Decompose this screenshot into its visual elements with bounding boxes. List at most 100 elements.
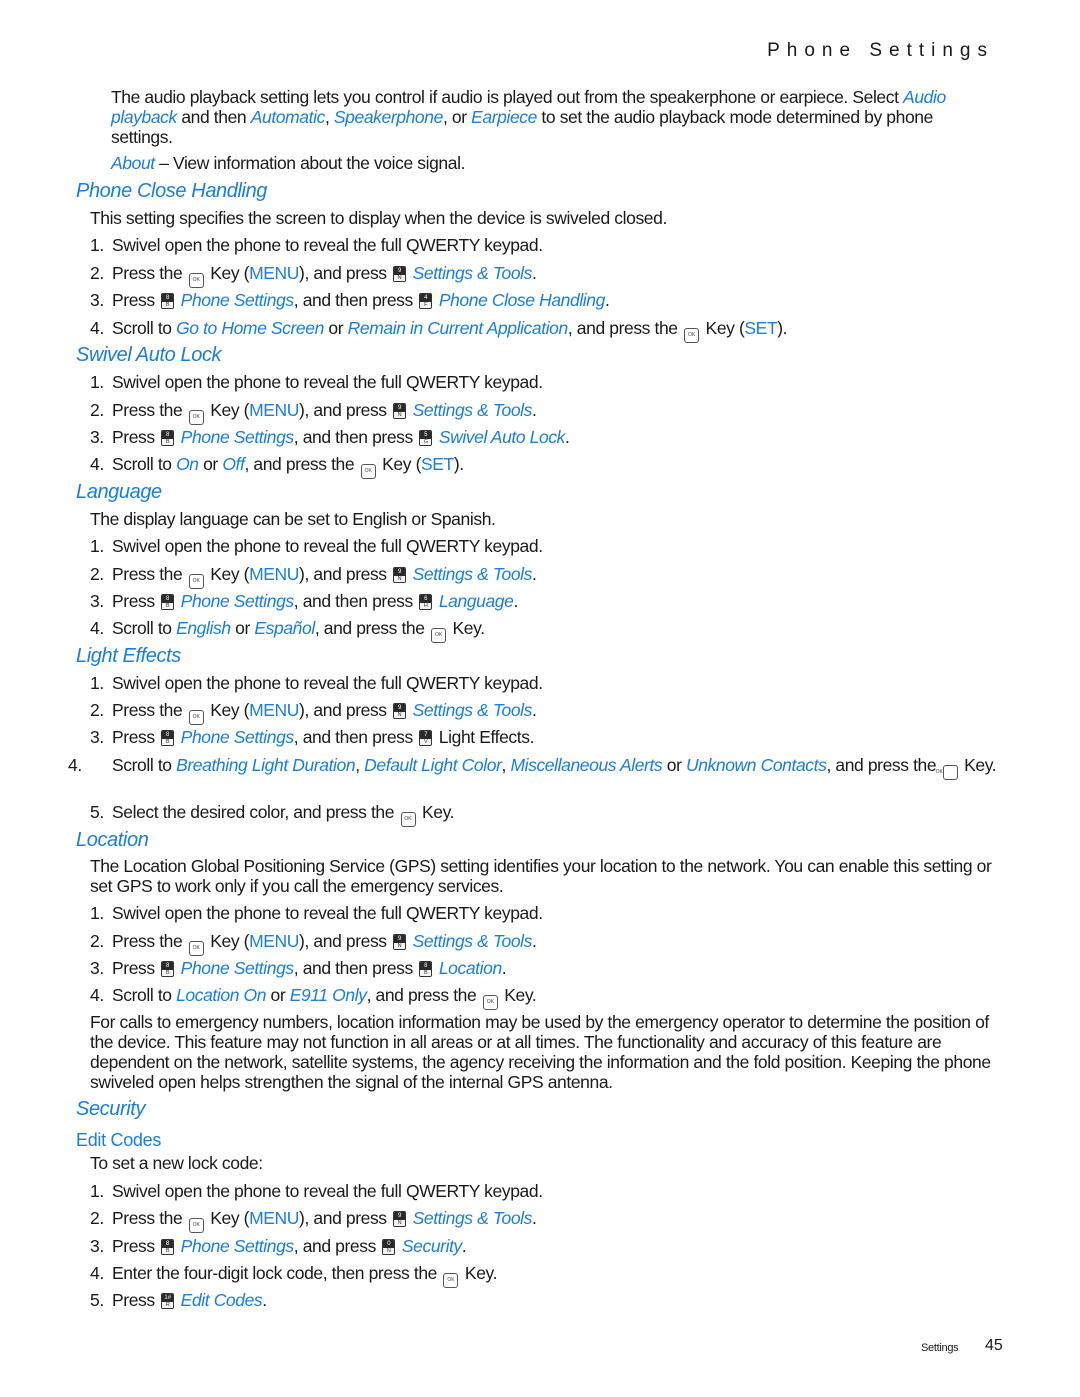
key-8-icon: 8B [161,594,175,610]
ok-key-icon: OK [482,995,498,1010]
section-title-security: Security [76,1098,146,1120]
language-description: The display language can be set to Engli… [90,509,496,529]
key-1-icon: 1# R [161,1293,175,1309]
link-swivel-auto-lock[interactable]: Swivel Auto Lock [439,427,566,447]
link-phone-settings[interactable]: Phone Settings [181,958,295,978]
link-on[interactable]: On [176,454,199,474]
link-about[interactable]: About [111,153,155,173]
link-settings-tools[interactable]: Settings & Tools [413,400,533,420]
list-item: 1. Swivel open the phone to reveal the fu… [90,235,543,255]
list-item: 4. Scroll to On or Off, and press the OK … [90,454,464,479]
list-item: 5. Press 1# R Edit Codes. [90,1290,267,1310]
key-8-icon: 8B [161,430,175,446]
link-off[interactable]: Off [222,454,245,474]
list-item: 4. Scroll to English or Español, and pres… [90,618,485,643]
link-phone-settings[interactable]: Phone Settings [181,290,295,310]
ok-key-icon: OK [188,941,204,956]
ok-key-icon: OK [188,273,204,288]
subsection-title-edit-codes: Edit Codes [76,1130,162,1150]
list-item: 1. Swivel open the phone to reveal the fu… [90,903,543,923]
link-settings-tools[interactable]: Settings & Tools [413,1208,533,1228]
security-description: To set a new lock code: [90,1153,263,1173]
link-english[interactable]: English [176,618,231,638]
list-item: 2. Press the OK Key (MENU), and press 9N … [90,564,537,589]
link-earpiece[interactable]: Earpiece [471,107,537,127]
set-label: SET [421,454,454,474]
link-settings-tools[interactable]: Settings & Tools [413,564,533,584]
list-item: 1. Swivel open the phone to reveal the fu… [90,536,543,556]
key-8-icon: 8B [161,961,175,977]
list-item: 2. Press the OK Key (MENU), and press 9N … [90,1208,537,1233]
key-0-icon: 0N [382,1239,396,1255]
link-unknown-contacts[interactable]: Unknown Contacts [686,755,827,775]
set-label: SET [744,318,778,338]
link-e911-only[interactable]: E911 Only [290,985,367,1005]
section-title-location: Location [76,829,149,851]
list-item: 2. Press the OK Key (MENU), and press 9N … [90,263,537,288]
link-location-on[interactable]: Location On [176,985,266,1005]
ok-key-icon: OK [188,1218,204,1233]
key-7-icon: 7V [419,730,433,746]
link-phone-settings[interactable]: Phone Settings [181,591,295,611]
link-remain-in-current-application[interactable]: Remain in Current Application [348,318,569,338]
key-5-icon: 5G [419,430,433,446]
list-item: 5. Select the desired color, and press th… [90,802,455,827]
list-item: 2. Press the OK Key (MENU), and press 9N … [90,700,537,725]
menu-label: MENU [249,931,300,951]
link-security[interactable]: Security [402,1236,462,1256]
list-item: 3. Press 8B Phone Settings, and then pres… [90,727,535,747]
key-9-icon: 9N [393,1211,407,1227]
link-breathing-light-duration[interactable]: Breathing Light Duration [176,755,356,775]
key-8-icon: 8B [419,961,433,977]
ok-key-icon: OK [684,328,700,343]
ok-key-icon: OK [188,710,204,725]
link-settings-tools[interactable]: Settings & Tools [413,700,533,720]
link-phone-settings[interactable]: Phone Settings [181,427,295,447]
menu-label: MENU [249,700,300,720]
link-default-light-color[interactable]: Default Light Color [364,755,502,775]
link-miscellaneous-alerts[interactable]: Miscellaneous Alerts [510,755,662,775]
location-description: The Location Global Positioning Service … [90,856,992,896]
menu-label: MENU [249,564,300,584]
key-9-icon: 9N [393,703,407,719]
key-4-icon: 4F [419,293,433,309]
link-espanol[interactable]: Español [254,618,315,638]
key-6-icon: 6H [419,594,433,610]
list-item: 3. Press 8B Phone Settings, and then pres… [90,290,610,310]
key-9-icon: 9N [393,934,407,950]
list-item: 4. Scroll to Go to Home Screen or Remain … [90,318,788,343]
list-item: 3. Press 8B Phone Settings, and then pres… [90,427,570,447]
section-title-language: Language [76,481,162,503]
link-location[interactable]: Location [439,958,502,978]
link-settings-tools[interactable]: Settings & Tools [413,931,533,951]
link-language[interactable]: Language [439,591,514,611]
link-speakerphone[interactable]: Speakerphone [334,107,443,127]
list-item: 3. Press 8B Phone Settings, and then pres… [90,958,507,978]
key-8-icon: 8B [161,1239,175,1255]
menu-label: MENU [249,1208,300,1228]
key-9-icon: 9N [393,403,407,419]
ok-key-icon: OK [188,410,204,425]
about-paragraph: About – View information about the voice… [111,153,466,173]
link-edit-codes[interactable]: Edit Codes [181,1290,263,1310]
list-item: 4. Enter the four-digit lock code, then p… [90,1263,497,1288]
ok-key-icon: OK [431,628,447,643]
running-head: Phone Settings [767,40,994,61]
key-9-icon: 9N [393,266,407,282]
list-item: 2. Press the OK Key (MENU), and press 9N … [90,931,537,956]
link-phone-close-handling[interactable]: Phone Close Handling [439,290,606,310]
list-item: 1. Swivel open the phone to reveal the fu… [90,1181,543,1201]
link-go-to-home-screen[interactable]: Go to Home Screen [176,318,324,338]
key-8-icon: 8B [161,293,175,309]
phone-close-description: This setting specifies the screen to dis… [90,208,667,228]
link-phone-settings[interactable]: Phone Settings [181,1236,295,1256]
ok-key-icon: OK [400,812,416,827]
list-item: 1. Swivel open the phone to reveal the fu… [90,673,543,693]
key-9-icon: 9N [393,567,407,583]
link-settings-tools[interactable]: Settings & Tools [413,263,533,283]
link-phone-settings[interactable]: Phone Settings [181,727,295,747]
key-8-icon: 8B [161,730,175,746]
ok-key-icon: OK [443,1273,459,1288]
list-item: 3. Press 8B Phone Settings, and then pres… [90,591,518,611]
link-automatic[interactable]: Automatic [251,107,326,127]
